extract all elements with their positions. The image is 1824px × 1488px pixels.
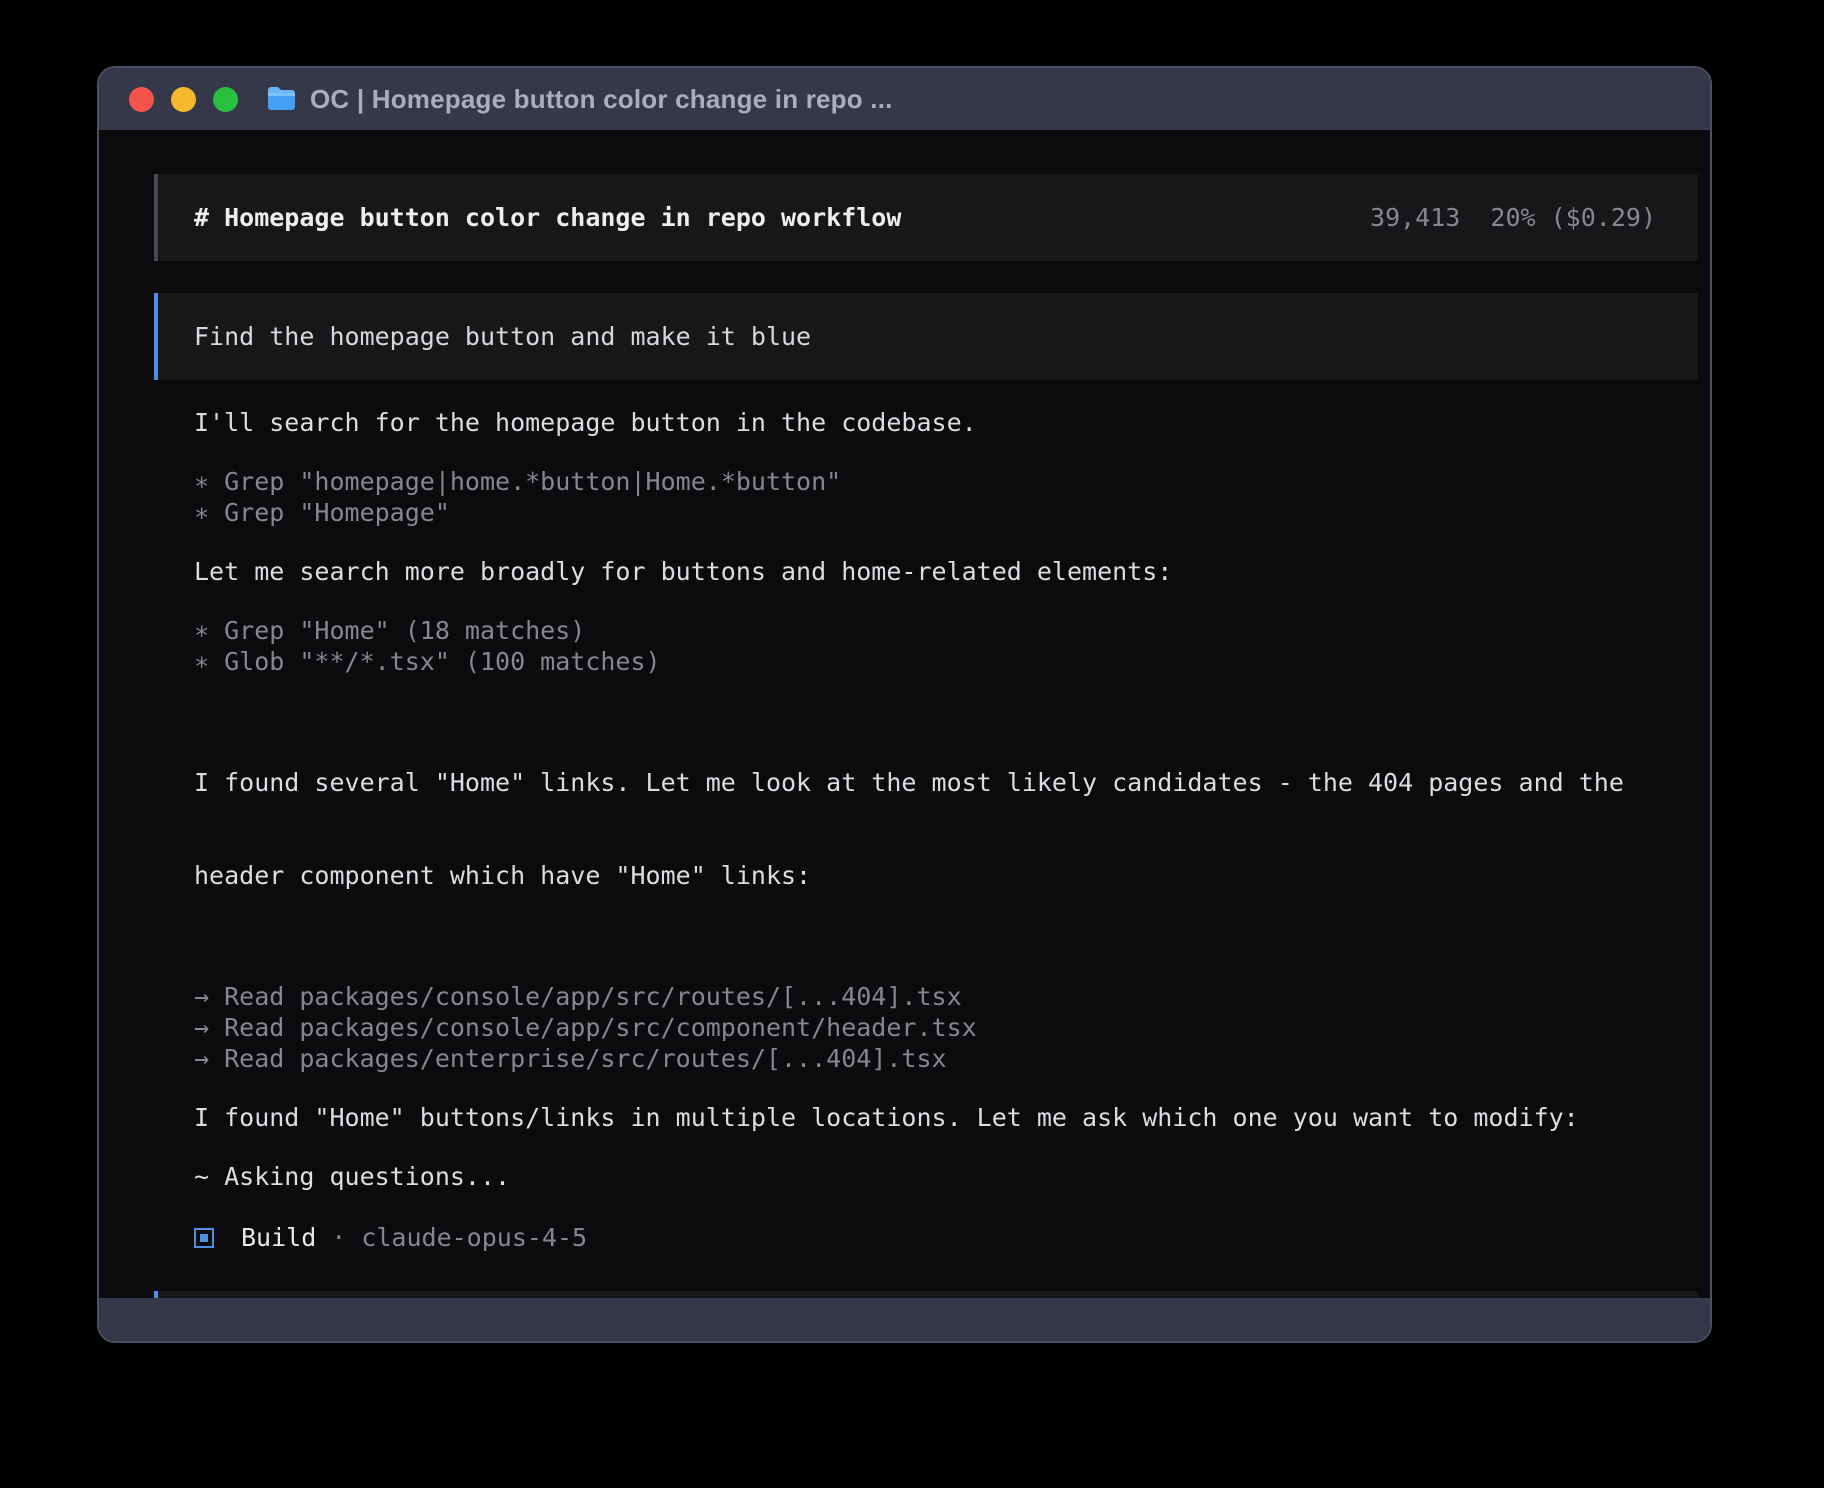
assistant-status-line: ~ Asking questions... <box>194 1161 1650 1192</box>
assistant-paragraph: I'll search for the homepage button in t… <box>194 407 1650 438</box>
close-button[interactable] <box>129 87 154 112</box>
prompt-input[interactable]: Build Claude Opus 4.5 OpenCode Zen <box>154 1291 1698 1298</box>
session-metrics: 39,413 20% ($0.29) <box>1370 202 1656 233</box>
maximize-button[interactable] <box>213 87 238 112</box>
assistant-paragraph: I found "Home" buttons/links in multiple… <box>194 1102 1650 1133</box>
paragraph-line: header component which have "Home" links… <box>194 860 1650 891</box>
tool-call-read: → Read packages/console/app/src/componen… <box>194 1012 1650 1043</box>
tool-call-read: → Read packages/enterprise/src/routes/[.… <box>194 1043 1650 1074</box>
desktop-background: OC | Homepage button color change in rep… <box>0 0 1824 1488</box>
tool-call-group: ∗ Grep "homepage|home.*button|Home.*butt… <box>194 466 1650 528</box>
agent-name: Build <box>241 1222 316 1253</box>
agent-model: claude-opus-4-5 <box>361 1222 587 1253</box>
tool-call-grep: ∗ Grep "Homepage" <box>194 497 1650 528</box>
window-title: OC | Homepage button color change in rep… <box>310 84 893 115</box>
agent-status-row: Build · claude-opus-4-5 <box>194 1222 1650 1253</box>
assistant-paragraph: I found several "Home" links. Let me loo… <box>194 705 1650 953</box>
tool-call-group: → Read packages/console/app/src/routes/[… <box>194 981 1650 1074</box>
tool-call-grep: ∗ Grep "Home" (18 matches) <box>194 615 1650 646</box>
tool-call-group: ∗ Grep "Home" (18 matches) ∗ Glob "**/*.… <box>194 615 1650 677</box>
window-bottom-edge <box>99 1298 1710 1341</box>
session-header: # Homepage button color change in repo w… <box>154 174 1698 261</box>
minimize-button[interactable] <box>171 87 196 112</box>
tool-call-read: → Read packages/console/app/src/routes/[… <box>194 981 1650 1012</box>
terminal-window: OC | Homepage button color change in rep… <box>97 66 1712 1343</box>
session-title: # Homepage button color change in repo w… <box>194 202 901 233</box>
separator-dot: · <box>331 1222 346 1253</box>
terminal-content: # Homepage button color change in repo w… <box>99 130 1710 1298</box>
paragraph-line: I found several "Home" links. Let me loo… <box>194 767 1650 798</box>
folder-icon <box>266 86 297 112</box>
tool-call-glob: ∗ Glob "**/*.tsx" (100 matches) <box>194 646 1650 677</box>
titlebar[interactable]: OC | Homepage button color change in rep… <box>99 68 1710 130</box>
user-message-text: Find the homepage button and make it blu… <box>194 321 1656 352</box>
user-message-block: Find the homepage button and make it blu… <box>154 293 1698 380</box>
tool-call-grep: ∗ Grep "homepage|home.*button|Home.*butt… <box>194 466 1650 497</box>
traffic-lights <box>129 87 238 112</box>
assistant-paragraph: Let me search more broadly for buttons a… <box>194 556 1650 587</box>
assistant-transcript: I'll search for the homepage button in t… <box>194 407 1650 1253</box>
agent-build-icon <box>194 1228 214 1248</box>
